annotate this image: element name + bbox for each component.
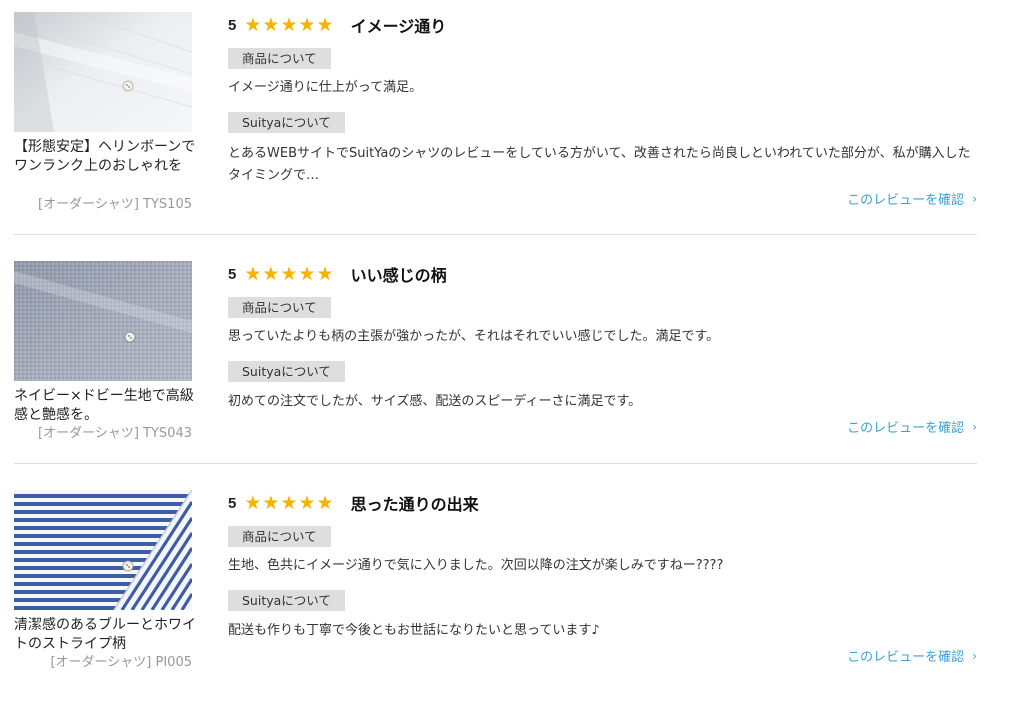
tag-shop: Suityaについて (228, 361, 345, 382)
product-comment: イメージ通りに仕上がって満足。 (228, 80, 423, 95)
review-title: イメージ通り (350, 17, 447, 36)
rating-stars: ★ ★ ★ ★ ★ (244, 491, 334, 514)
star-icon: ★ (244, 13, 262, 36)
star-icon: ★ (262, 491, 280, 514)
chevron-right-icon: › (972, 648, 977, 663)
rating-score: 5 (228, 494, 237, 512)
tag-product: 商品について (228, 526, 331, 547)
product-code: [オーダーシャツ] TYS043 (38, 426, 192, 441)
view-review-link[interactable]: このレビューを確認 › (847, 189, 977, 209)
star-icon: ★ (262, 13, 280, 36)
product-comment: 思っていたよりも柄の主張が強かったが、それはそれでいい感じでした。満足です。 (228, 329, 720, 344)
star-icon: ★ (316, 13, 334, 36)
product-name[interactable]: 【形態安定】ヘリンボーンでワンランク上のおしゃれを (14, 138, 199, 176)
review-title: 思った通りの出来 (350, 495, 479, 514)
chevron-right-icon: › (972, 419, 977, 434)
product-code: [オーダーシャツ] PI005 (50, 655, 192, 670)
rating-stars: ★ ★ ★ ★ ★ (244, 262, 334, 285)
star-icon: ★ (262, 262, 280, 285)
review-title: いい感じの柄 (350, 266, 447, 285)
star-icon: ★ (280, 13, 298, 36)
product-code: [オーダーシャツ] TYS105 (38, 197, 192, 212)
tag-shop: Suityaについて (228, 112, 345, 133)
rating-line: 5 ★ ★ ★ ★ ★ いい感じの柄 (228, 261, 447, 287)
tag-shop: Suityaについて (228, 590, 345, 611)
rating-line: 5 ★ ★ ★ ★ ★ イメージ通り (228, 12, 446, 38)
star-icon: ★ (298, 262, 316, 285)
divider (14, 234, 977, 235)
rating-line: 5 ★ ★ ★ ★ ★ 思った通りの出来 (228, 490, 479, 516)
shop-comment: とあるWEBサイトでSuitYaのシャツのレビューをしている方がいて、改善された… (228, 146, 971, 183)
product-thumbnail[interactable] (14, 261, 192, 381)
star-icon: ★ (298, 491, 316, 514)
star-icon: ★ (244, 262, 262, 285)
rating-score: 5 (228, 16, 237, 34)
rating-stars: ★ ★ ★ ★ ★ (244, 13, 334, 36)
product-thumbnail[interactable] (14, 490, 192, 610)
shop-comment: 配送も作りも丁寧で今後ともお世話になりたいと思っています♪ (228, 623, 600, 638)
product-name[interactable]: ネイビー×ドビー生地で高級感と艶感を。 (14, 387, 199, 425)
view-review-link[interactable]: このレビューを確認 › (847, 646, 977, 666)
chevron-right-icon: › (972, 191, 977, 206)
star-icon: ★ (316, 262, 334, 285)
view-review-label: このレビューを確認 (847, 193, 965, 208)
star-icon: ★ (316, 491, 334, 514)
star-icon: ★ (298, 13, 316, 36)
product-thumbnail[interactable] (14, 12, 192, 132)
review-item: 清潔感のあるブルーとホワイトのストライプ柄 [オーダーシャツ] PI005 5 … (14, 490, 977, 710)
view-review-label: このレビューを確認 (847, 650, 965, 665)
tag-product: 商品について (228, 48, 331, 69)
review-item: ネイビー×ドビー生地で高級感と艶感を。 [オーダーシャツ] TYS043 5 ★… (14, 261, 977, 481)
star-icon: ★ (244, 491, 262, 514)
review-item: 【形態安定】ヘリンボーンでワンランク上のおしゃれを [オーダーシャツ] TYS1… (14, 12, 977, 232)
view-review-label: このレビューを確認 (847, 421, 965, 436)
product-comment: 生地、色共にイメージ通りで気に入りました。次回以降の注文が楽しみですねー???? (228, 558, 724, 573)
star-icon: ★ (280, 262, 298, 285)
tag-product: 商品について (228, 297, 331, 318)
divider (14, 463, 977, 464)
shop-comment: 初めての注文でしたが、サイズ感、配送のスピーディーさに満足です。 (228, 394, 642, 409)
product-name[interactable]: 清潔感のあるブルーとホワイトのストライプ柄 (14, 616, 199, 654)
view-review-link[interactable]: このレビューを確認 › (847, 417, 977, 437)
rating-score: 5 (228, 265, 237, 283)
star-icon: ★ (280, 491, 298, 514)
